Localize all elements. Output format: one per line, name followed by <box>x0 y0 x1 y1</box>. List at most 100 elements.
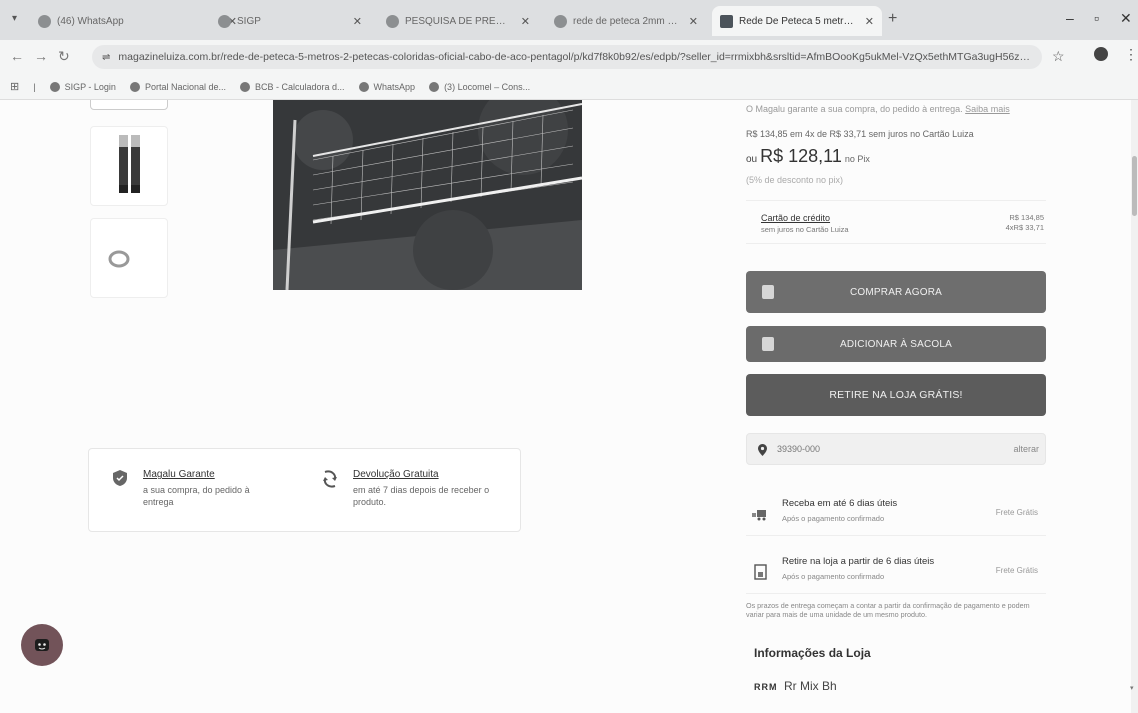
guarantee-title[interactable]: Magalu Garante <box>143 469 263 480</box>
thumbnail-cable[interactable] <box>90 218 168 298</box>
page-content: Magalu Garante a sua compra, do pedido à… <box>0 100 1138 713</box>
chat-assistant-button[interactable] <box>21 624 63 666</box>
tab-title: SIGP <box>237 15 261 27</box>
bookmark-label: (3) Locomel – Cons... <box>444 81 531 92</box>
store-logo: RRM <box>754 682 778 692</box>
tab-search-icon[interactable]: ▾ <box>12 13 17 24</box>
bookmark-sigp[interactable]: SIGP - Login <box>49 81 116 92</box>
cart-icon <box>762 285 774 299</box>
shipping-note: Os prazos de entrega começam a contar a … <box>746 601 1030 619</box>
navigation-bar: ← → ↻ ⇌ magazineluiza.com.br/rede-de-pet… <box>0 40 1138 74</box>
store-name[interactable]: Rr Mix Bh <box>784 679 837 693</box>
shipping-title: Retire na loja a partir de 6 dias úteis <box>782 556 935 567</box>
chat-bot-icon <box>35 639 49 651</box>
product-main-image[interactable] <box>273 100 582 290</box>
forward-icon[interactable]: → <box>34 48 48 64</box>
close-icon[interactable]: ✕ <box>865 15 874 28</box>
tab-pesquisa[interactable]: PESQUISA DE PREÇOS ✕ <box>378 6 538 36</box>
tab-title: PESQUISA DE PREÇOS <box>405 15 513 27</box>
tab-strip: ▾ (46) WhatsApp ✕ SIGP ✕ PESQUISA DE PRE… <box>0 0 1138 40</box>
cable-image <box>108 250 130 268</box>
bag-icon <box>762 337 774 351</box>
truck-icon <box>752 510 766 521</box>
add-to-bag-button[interactable]: ADICIONAR À SACOLA <box>746 326 1046 362</box>
magalu-garante-item: Magalu Garante a sua compra, do pedido à… <box>109 469 263 508</box>
bookmark-portal[interactable]: Portal Nacional de... <box>129 81 226 92</box>
card-sub: sem juros no Cartão Luiza <box>761 225 849 234</box>
window-close-icon[interactable]: ✕ <box>1120 10 1132 27</box>
close-icon[interactable]: ✕ <box>689 15 698 28</box>
tab-title: (46) WhatsApp <box>57 15 124 27</box>
minimize-icon[interactable]: – <box>1066 10 1074 26</box>
store-icon <box>754 564 767 580</box>
profile-icon[interactable] <box>1094 47 1108 61</box>
bookmarks-bar: ⊞ | SIGP - Login Portal Nacional de... B… <box>0 74 1138 100</box>
thumbnail-socks[interactable] <box>90 126 168 206</box>
shipping-fee: Frete Grátis <box>995 508 1038 517</box>
shipping-option-pickup: Retire na loja a partir de 6 dias úteis … <box>746 550 1046 594</box>
pix-price: R$ 128,11 <box>760 146 842 166</box>
scroll-down-arrow-icon[interactable]: ▾ <box>1130 684 1134 692</box>
pix-suffix: no Pix <box>844 154 870 164</box>
buy-now-label: COMPRAR AGORA <box>849 286 943 298</box>
guarantee-desc: a sua compra, do pedido à entrega <box>143 485 250 507</box>
devolucao-title[interactable]: Devolução Gratuita <box>353 469 503 480</box>
scrollbar-thumb[interactable] <box>1132 156 1137 216</box>
bookmark-star-icon[interactable]: ☆ <box>1052 48 1065 65</box>
shipping-title: Receba em até 6 dias úteis <box>782 498 898 509</box>
magalu-garante-text: O Magalu garante a sua compra, do pedido… <box>746 104 963 114</box>
devolucao-desc: em até 7 dias depois de receber o produt… <box>353 485 490 507</box>
store-info-title: Informações da Loja <box>754 646 871 660</box>
location-pin-icon <box>758 443 767 461</box>
menu-icon[interactable]: ⋮ <box>1124 46 1138 63</box>
tab-sigp[interactable]: SIGP ✕ <box>210 6 370 36</box>
pickup-store-button[interactable]: RETIRE NA LOJA GRÁTIS! <box>746 374 1046 416</box>
bookmark-locomel[interactable]: (3) Locomel – Cons... <box>429 81 531 92</box>
magalu-garante-note: O Magalu garante a sua compra, do pedido… <box>746 104 1010 114</box>
return-arrows-icon <box>319 469 341 495</box>
thumbnail-image[interactable] <box>90 100 168 110</box>
alter-cep-link[interactable]: alterar <box>1013 444 1039 454</box>
whatsapp-icon <box>38 14 51 28</box>
site-info-icon[interactable]: ⇌ <box>102 52 110 63</box>
guarantee-box: Magalu Garante a sua compra, do pedido à… <box>88 448 521 532</box>
bookmark-label: SIGP - Login <box>64 81 116 92</box>
restore-icon[interactable]: ▫ <box>1094 10 1099 26</box>
installments-text: R$ 134,85 em 4x de R$ 33,71 sem juros no… <box>746 129 974 139</box>
close-icon[interactable]: ✕ <box>353 15 362 28</box>
shipping-sub: Após o pagamento confirmado <box>782 572 885 581</box>
credit-card-option[interactable]: Cartão de crédito sem juros no Cartão Lu… <box>746 200 1046 244</box>
address-bar[interactable]: ⇌ magazineluiza.com.br/rede-de-peteca-5-… <box>92 45 1042 69</box>
shipping-option-delivery: Receba em até 6 dias úteis Após o pagame… <box>746 492 1046 536</box>
url-text: magazineluiza.com.br/rede-de-peteca-5-me… <box>118 51 1032 63</box>
bookmark-icon <box>49 81 60 92</box>
tab-title: rede de peteca 2mm - Google <box>573 15 681 27</box>
reload-icon[interactable]: ↻ <box>58 48 70 65</box>
shipping-fee: Frete Grátis <box>995 566 1038 575</box>
bookmark-bcb[interactable]: BCB - Calculadora d... <box>239 81 345 92</box>
sigp-icon <box>386 14 399 28</box>
pix-discount: (5% de desconto no pix) <box>746 175 844 185</box>
buy-now-button[interactable]: COMPRAR AGORA <box>746 271 1046 313</box>
back-icon[interactable]: ← <box>10 48 24 64</box>
card-installment: 4xR$ 33,71 <box>1005 223 1044 232</box>
saiba-mais-link[interactable]: Saiba mais <box>965 104 1010 114</box>
devolucao-item: Devolução Gratuita em até 7 dias depois … <box>319 469 503 508</box>
sigp-icon <box>218 14 231 28</box>
new-tab-button[interactable]: + <box>888 10 897 28</box>
magalu-icon <box>720 14 733 28</box>
cep-value: 39390-000 <box>777 444 821 454</box>
shipping-sub: Após o pagamento confirmado <box>782 514 885 523</box>
apps-icon[interactable]: ⊞ <box>10 80 19 93</box>
tab-google[interactable]: rede de peteca 2mm - Google ✕ <box>546 6 706 36</box>
card-label[interactable]: Cartão de crédito <box>761 213 830 223</box>
shield-icon <box>109 469 131 495</box>
bookmark-whatsapp[interactable]: WhatsApp <box>358 81 416 92</box>
card-total: R$ 134,85 <box>1009 213 1044 222</box>
tab-magalu[interactable]: Rede De Peteca 5 metros - 2 P ✕ <box>712 6 882 36</box>
bookmark-icon <box>129 81 140 92</box>
close-icon[interactable]: ✕ <box>521 15 530 28</box>
cep-field[interactable]: 39390-000 alterar <box>746 433 1046 465</box>
volleyball-net-photo <box>273 100 582 290</box>
bookmark-label: WhatsApp <box>373 81 416 92</box>
